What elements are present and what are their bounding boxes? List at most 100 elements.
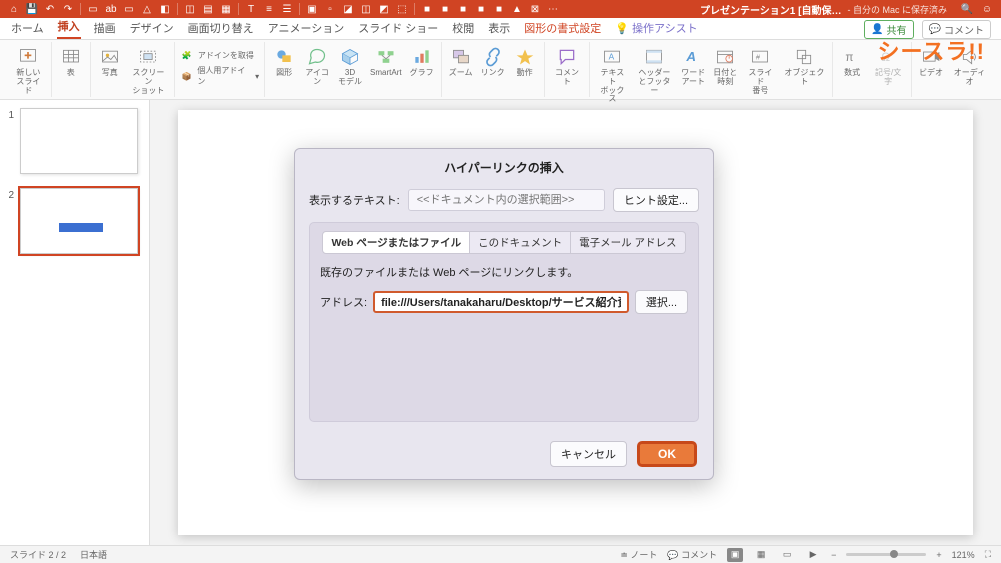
tab-slideshow[interactable]: スライド ショー <box>357 17 439 39</box>
shapes-icon <box>272 46 296 68</box>
home-icon[interactable]: ⌂ <box>8 3 20 15</box>
chart-button[interactable]: グラフ <box>408 44 436 80</box>
smartart-button[interactable]: SmartArt <box>368 44 404 80</box>
slidenumber-label: スライド 番号 <box>745 69 775 95</box>
reading-view-icon[interactable]: ▭ <box>779 548 795 562</box>
qat-icon[interactable]: ▫ <box>324 3 336 15</box>
thumbnail-2[interactable]: 2 <box>4 188 141 254</box>
comment-button[interactable]: コメント <box>550 44 585 89</box>
tab-view[interactable]: 表示 <box>487 17 511 39</box>
3dmodel-button[interactable]: 3D モデル <box>336 44 364 89</box>
tab-animations[interactable]: アニメーション <box>267 17 346 39</box>
qat-icon[interactable]: ☰ <box>281 3 293 15</box>
equation-button[interactable]: π数式 <box>838 44 866 80</box>
qat-icon[interactable]: ⬚ <box>396 3 408 15</box>
notes-button[interactable]: ≐ ノート <box>620 548 657 561</box>
tab-draw[interactable]: 描画 <box>93 17 117 39</box>
display-text-input[interactable] <box>408 189 605 211</box>
zoom-label: ズーム <box>449 69 473 78</box>
qat-icon[interactable]: ◪ <box>342 3 354 15</box>
qat-icon[interactable]: ■ <box>439 3 451 15</box>
tab-insert[interactable]: 挿入 <box>57 15 81 39</box>
hint-settings-button[interactable]: ヒント設定... <box>613 188 699 212</box>
get-addins-button[interactable]: 🧩アドインを取得 <box>180 48 259 62</box>
comments-toggle[interactable]: 💬 コメント <box>667 548 717 561</box>
slidenumber-icon: # <box>748 46 772 68</box>
shapes-button[interactable]: 図形 <box>270 44 298 80</box>
address-input[interactable] <box>373 291 629 313</box>
zoom-slider[interactable] <box>846 553 926 556</box>
seg-email[interactable]: 電子メール アドレス <box>571 231 685 254</box>
qat-icon[interactable]: ▦ <box>220 3 232 15</box>
tab-home[interactable]: ホーム <box>10 17 45 39</box>
zoom-in-icon[interactable]: + <box>936 550 941 560</box>
qat-icon[interactable]: ▲ <box>511 3 523 15</box>
zoom-icon <box>449 46 473 68</box>
new-slide-label: 新しい スライド <box>13 69 44 95</box>
qat-icon[interactable]: T <box>245 3 257 15</box>
tab-transitions[interactable]: 画面切り替え <box>187 17 255 39</box>
qat-icon[interactable]: ⋯ <box>547 3 559 15</box>
user-icon[interactable]: ☺ <box>981 3 993 15</box>
table-button[interactable]: 表 <box>57 44 85 80</box>
action-button[interactable]: 動作 <box>511 44 539 80</box>
qat-icon[interactable]: ◫ <box>184 3 196 15</box>
qat-icon[interactable]: ▤ <box>202 3 214 15</box>
browse-button[interactable]: 選択... <box>635 290 688 314</box>
status-bar: スライド 2 / 2 日本語 ≐ ノート 💬 コメント ▣ ▦ ▭ ▶ − + … <box>0 545 1001 563</box>
qat-icon[interactable]: ■ <box>493 3 505 15</box>
wordart-button[interactable]: Aワード アート <box>679 44 707 89</box>
slideshow-view-icon[interactable]: ▶ <box>805 548 821 562</box>
screenshot-button[interactable]: スクリーン ショット <box>128 44 169 97</box>
redo-icon[interactable]: ↷ <box>62 3 74 15</box>
seg-web-file[interactable]: Web ページまたはファイル <box>322 231 470 254</box>
table-label: 表 <box>67 69 75 78</box>
qat-icon[interactable]: ■ <box>475 3 487 15</box>
zoom-button[interactable]: ズーム <box>447 44 475 80</box>
qat-icon[interactable]: ◩ <box>378 3 390 15</box>
tab-tell-me[interactable]: 💡 操作アシスト <box>614 17 698 39</box>
headerfooter-button[interactable]: ヘッダー とフッター <box>633 44 675 97</box>
qat-icon[interactable]: ⊠ <box>529 3 541 15</box>
screenshot-icon <box>136 46 160 68</box>
qat-icon[interactable]: ▭ <box>123 3 135 15</box>
qat-icon[interactable]: ■ <box>457 3 469 15</box>
qat-icon[interactable]: ◫ <box>360 3 372 15</box>
tab-shape-format[interactable]: 図形の書式設定 <box>523 17 602 39</box>
slidenumber-button[interactable]: #スライド 番号 <box>743 44 777 97</box>
slide-thumbnails-panel: 1 2 <box>0 100 150 545</box>
tab-review[interactable]: 校閲 <box>451 17 475 39</box>
new-slide-button[interactable]: 新しい スライド <box>11 44 46 97</box>
zoom-out-icon[interactable]: − <box>831 550 836 560</box>
textbox-button[interactable]: Aテキスト ボックス <box>595 44 629 106</box>
ok-button[interactable]: OK <box>637 441 697 467</box>
language-indicator[interactable]: 日本語 <box>80 548 107 561</box>
object-button[interactable]: オブジェクト <box>782 44 828 89</box>
fit-window-icon[interactable]: ⛶ <box>985 549 991 560</box>
qat-icon[interactable]: ≡ <box>263 3 275 15</box>
qat-icon[interactable]: ▣ <box>306 3 318 15</box>
link-type-panel: Web ページまたはファイル このドキュメント 電子メール アドレス 既存のファ… <box>309 222 699 422</box>
sorter-view-icon[interactable]: ▦ <box>753 548 769 562</box>
link-button[interactable]: リンク <box>479 44 507 80</box>
qat-icon[interactable]: ■ <box>421 3 433 15</box>
qat-icon[interactable]: ab <box>105 3 117 15</box>
photo-button[interactable]: 写真 <box>96 44 124 80</box>
qat-icon[interactable]: ▭ <box>87 3 99 15</box>
my-addins-button[interactable]: 📦個人用アドイン ▾ <box>180 65 259 87</box>
cancel-button[interactable]: キャンセル <box>550 441 627 467</box>
screenshot-label: スクリーン ショット <box>130 69 167 95</box>
datetime-button[interactable]: 日付と 時刻 <box>711 44 739 89</box>
save-icon[interactable]: 💾 <box>26 3 38 15</box>
qat-icon[interactable]: △ <box>141 3 153 15</box>
seg-this-document[interactable]: このドキュメント <box>470 231 571 254</box>
normal-view-icon[interactable]: ▣ <box>727 548 743 562</box>
undo-icon[interactable]: ↶ <box>44 3 56 15</box>
icons-button[interactable]: アイコン <box>302 44 332 89</box>
thumbnail-1[interactable]: 1 <box>4 108 141 174</box>
tab-design[interactable]: デザイン <box>129 17 175 39</box>
zoom-percent[interactable]: 121% <box>952 550 975 560</box>
search-icon[interactable]: 🔍 <box>961 3 973 15</box>
qat-icon[interactable]: ◧ <box>159 3 171 15</box>
new-slide-icon <box>16 46 40 68</box>
